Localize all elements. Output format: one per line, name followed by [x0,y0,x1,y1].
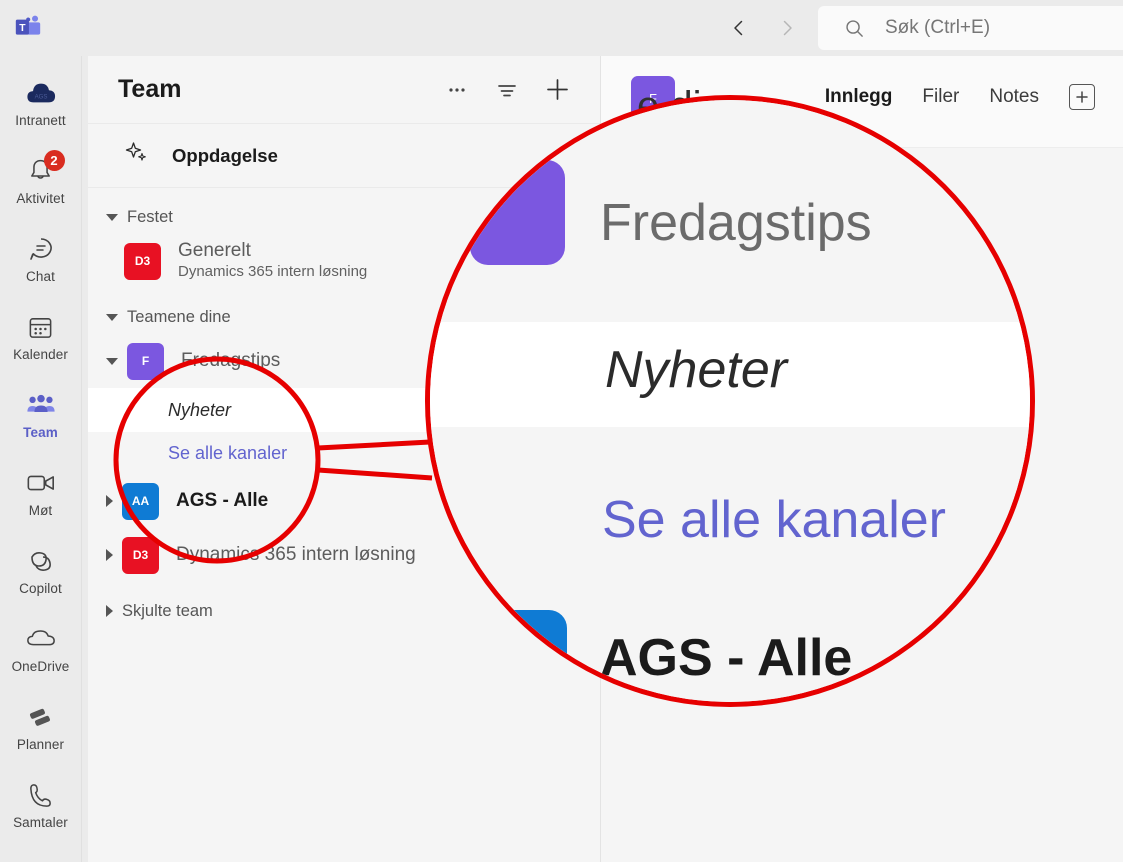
magnified-avatar-fredagstips [470,160,565,265]
chevron-down-icon [106,213,118,221]
left-rail: AGS Intranett 2 Aktivitet Chat Kalender … [0,56,82,862]
people-icon [26,390,56,420]
title-bar: T Søk (Ctrl+E) [0,0,1123,56]
chevron-down-icon [106,313,118,321]
group-label-skjulte-team: Skjulte team [122,601,213,620]
rail-label-mot: Møt [28,503,53,518]
team-texts: Dynamics 365 intern løsning [176,544,416,566]
teams-app-window: T Søk (Ctrl+E) AGS Intranett 2 Aktivitet… [0,0,1123,862]
microsoft-teams-logo: T [0,0,56,56]
magnified-label-nyheter: Nyheter [605,341,788,399]
ellipsis-icon [449,87,465,92]
team-texts: AGS - Alle [176,490,268,512]
copilot-icon [26,546,56,576]
chevron-right-icon[interactable] [106,549,113,561]
pinned-item-texts: Generelt Dynamics 365 intern løsning [178,240,367,281]
video-camera-icon [26,468,56,498]
rail-item-kalender[interactable]: Kalender [2,298,80,376]
magnified-label-se-alle-kanaler: Se alle kanaler [602,491,946,549]
rail-label-onedrive: OneDrive [11,659,70,674]
rail-item-mot[interactable]: Møt [2,454,80,532]
planner-icon [26,702,56,732]
chat-bubble-icon [26,234,56,264]
magnifier-bubble: Fredagstips Nyheter Se alle kanaler AGS … [425,95,1035,707]
rail-label-planner: Planner [16,737,65,752]
rail-label-intranett: Intranett [15,113,66,128]
team-name-fredagstips: Fredagstips [181,350,281,372]
avatar: D3 [124,242,161,280]
rail-item-samtaler[interactable]: Samtaler [2,766,80,844]
channel-name: Nyheter [168,399,232,420]
team-name-dynamics365: Dynamics 365 intern løsning [176,544,416,566]
rail-item-aktivitet[interactable]: 2 Aktivitet [2,142,80,220]
rail-label-samtaler: Samtaler [13,815,68,830]
filter-icon [498,84,516,96]
cloud-ags-icon: AGS [26,78,56,108]
bell-icon: 2 [26,150,65,186]
magnified-avatar-ags-alle [472,610,567,702]
navigation-arrows [722,0,804,56]
search-icon [846,19,863,37]
avatar: D3 [122,536,159,574]
forward-button[interactable] [770,11,804,45]
discover-label: Oppdagelse [172,144,278,166]
calendar-icon [26,312,56,342]
team-name-ags-alle: AGS - Alle [176,490,269,512]
plus-box-icon[interactable] [1069,84,1095,110]
svg-text:AGS: AGS [34,94,47,101]
sparkle-icon [124,140,150,171]
plus-icon [546,79,568,100]
chevron-right-icon[interactable] [106,495,113,507]
group-label-festet: Festet [127,207,173,226]
phone-icon [26,780,56,810]
pinned-item-name: Generelt [178,240,251,262]
rail-item-planner[interactable]: Planner [2,688,80,766]
rail-label-team: Team [23,425,58,440]
search-bar[interactable]: Søk (Ctrl+E) [818,6,1123,50]
see-all-channels-label: Se alle kanaler [168,442,288,463]
avatar: F [127,342,164,380]
rail-item-onedrive[interactable]: OneDrive [2,610,80,688]
team-texts: Fredagstips [181,350,280,372]
rail-label-kalender: Kalender [13,347,68,362]
rail-label-aktivitet: Aktivitet [16,191,65,206]
rail-item-intranett[interactable]: AGS Intranett [2,64,80,142]
rail-item-copilot[interactable]: Copilot [2,532,80,610]
magnified-label-fredagstips: Fredagstips [600,194,872,252]
magnified-label-ags-alle: AGS - Alle [600,629,853,687]
chevron-right-icon [783,20,792,36]
activity-badge: 2 [43,150,65,171]
pinned-item-subtitle: Dynamics 365 intern løsning [178,263,368,281]
magnifier-content: Fredagstips Nyheter Se alle kanaler AGS … [430,100,1030,702]
chevron-left-icon [734,20,743,36]
chevron-down-icon[interactable] [106,357,118,365]
rail-item-chat[interactable]: Chat [2,220,80,298]
rail-label-copilot: Copilot [19,581,62,596]
group-label-teamene-dine: Teamene dine [127,307,231,326]
svg-text:T: T [19,23,26,34]
search-input-placeholder[interactable]: Søk (Ctrl+E) [885,17,990,39]
cloud-icon [26,624,56,654]
avatar: AA [122,482,159,520]
page-title: Team [118,75,182,103]
rail-item-team[interactable]: Team [2,376,80,454]
rail-label-chat: Chat [26,269,55,284]
chevron-right-icon [106,605,113,617]
back-button[interactable] [722,11,756,45]
